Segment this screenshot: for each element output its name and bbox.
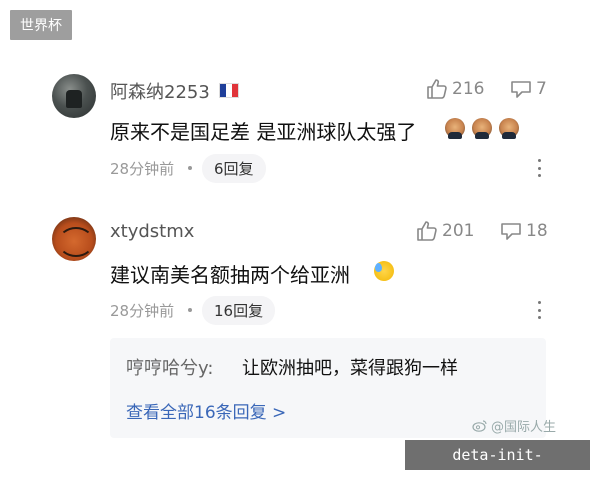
player-face-emoji-icon: [499, 118, 519, 139]
like-button[interactable]: 201: [416, 221, 474, 241]
avatar[interactable]: [52, 217, 96, 261]
reply-count-button[interactable]: 6回复: [202, 154, 266, 183]
reply-count-button[interactable]: 16回复: [202, 296, 276, 325]
weibo-icon: [472, 420, 487, 432]
player-face-emoji-icon: [472, 118, 492, 139]
sweat-smile-emoji-icon: [374, 261, 394, 281]
thumbs-up-icon: [427, 79, 447, 99]
player-face-emoji-icon: [445, 118, 465, 139]
thumbs-up-icon: [417, 221, 437, 241]
site-tag: deta-init-fifa.com.cn: [405, 440, 590, 494]
like-count: 216: [452, 79, 485, 99]
corner-tag: 世界杯: [10, 10, 72, 40]
comment-text: 建议南美名额抽两个给亚洲: [110, 263, 350, 287]
avatar[interactable]: [52, 74, 96, 118]
repost-icon: [511, 81, 531, 98]
like-button[interactable]: 216: [426, 79, 484, 99]
comment-time: 28分钟前: [110, 160, 175, 178]
more-icon[interactable]: [536, 159, 542, 177]
sub-reply-author[interactable]: 哼哼哈兮y:: [126, 354, 213, 380]
repost-count: 7: [536, 79, 547, 99]
repost-count: 18: [526, 221, 548, 241]
username[interactable]: 阿森纳2253: [110, 78, 210, 104]
separator-dot: [188, 308, 192, 312]
repost-icon: [501, 223, 521, 240]
separator-dot: [188, 166, 192, 170]
watermark-text: @国际人生: [491, 420, 557, 435]
repost-button[interactable]: 18: [500, 221, 548, 241]
like-count: 201: [442, 221, 475, 241]
comment-text: 原来不是国足差 是亚洲球队太强了: [110, 120, 417, 144]
france-flag-icon: [219, 83, 239, 98]
repost-button[interactable]: 7: [510, 79, 547, 99]
comment-time: 28分钟前: [110, 302, 175, 320]
view-all-replies-link[interactable]: 查看全部16条回复 >: [126, 398, 286, 423]
more-icon[interactable]: [536, 301, 542, 319]
weibo-watermark: @国际人生: [472, 416, 556, 435]
username[interactable]: xtydstmx: [110, 221, 194, 242]
sub-reply-content: 让欧洲抽吧，菜得跟狗一样: [242, 358, 458, 379]
